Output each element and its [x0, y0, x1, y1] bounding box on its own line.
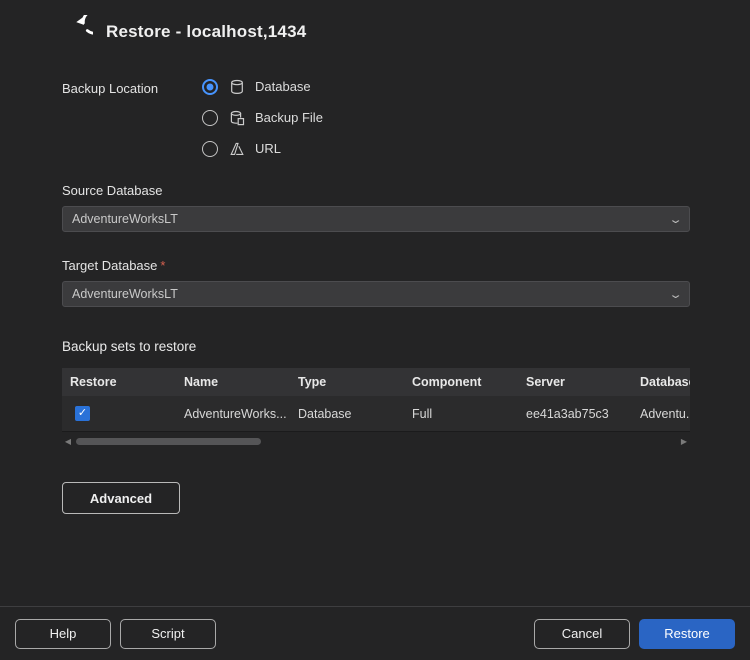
- column-header-name[interactable]: Name: [176, 375, 290, 389]
- dialog-content: Backup Location Database: [0, 56, 750, 606]
- column-header-component[interactable]: Component: [404, 375, 518, 389]
- source-database-field: Source Database AdventureWorksLT ⌄: [62, 183, 690, 232]
- backup-sets-table: Restore Name Type Component Server Datab…: [62, 368, 690, 448]
- restore-cell: ✓: [62, 406, 176, 421]
- backup-file-icon: [228, 109, 245, 126]
- radio-option-backup-file[interactable]: Backup File: [202, 109, 323, 126]
- script-button[interactable]: Script: [120, 619, 216, 649]
- database-icon: [228, 78, 245, 95]
- target-database-label-text: Target Database: [62, 258, 157, 273]
- backup-location-radio-group: Database Backup File: [202, 78, 323, 157]
- target-database-dropdown[interactable]: AdventureWorksLT ⌄: [62, 281, 690, 307]
- target-database-label: Target Database*: [62, 258, 690, 273]
- advanced-button[interactable]: Advanced: [62, 482, 180, 514]
- database-cell: Adventu...: [632, 407, 690, 421]
- url-icon: [228, 140, 245, 157]
- backup-location-label: Backup Location: [62, 78, 202, 157]
- name-cell: AdventureWorks...: [176, 407, 290, 421]
- radio-option-label: Database: [255, 79, 311, 94]
- table-header-row: Restore Name Type Component Server Datab…: [62, 368, 690, 396]
- dialog-title: Restore - localhost,1434: [106, 22, 306, 42]
- restore-checkbox[interactable]: ✓: [75, 406, 90, 421]
- dialog-footer: Help Script Cancel Restore: [0, 606, 750, 660]
- help-button[interactable]: Help: [15, 619, 111, 649]
- server-cell: ee41a3ab75c3: [518, 407, 632, 421]
- restore-button[interactable]: Restore: [639, 619, 735, 649]
- radio-option-label: URL: [255, 141, 281, 156]
- horizontal-scrollbar[interactable]: ◀ ▶: [62, 434, 690, 448]
- source-database-dropdown[interactable]: AdventureWorksLT ⌄: [62, 206, 690, 232]
- column-header-restore[interactable]: Restore: [62, 375, 176, 389]
- required-asterisk: *: [160, 258, 165, 273]
- scroll-left-arrow-icon[interactable]: ◀: [62, 437, 74, 446]
- component-cell: Full: [404, 407, 518, 421]
- column-header-server[interactable]: Server: [518, 375, 632, 389]
- backup-sets-label: Backup sets to restore: [62, 339, 690, 354]
- radio-button-icon[interactable]: [202, 110, 218, 126]
- column-header-database[interactable]: Database: [632, 375, 690, 389]
- restore-icon: [58, 14, 94, 50]
- cancel-button[interactable]: Cancel: [534, 619, 630, 649]
- type-cell: Database: [290, 407, 404, 421]
- scrollbar-track[interactable]: [74, 437, 678, 446]
- restore-dialog: Restore - localhost,1434 Backup Location…: [0, 0, 750, 660]
- radio-option-url[interactable]: URL: [202, 140, 323, 157]
- table-row[interactable]: ✓ AdventureWorks... Database Full ee41a3…: [62, 396, 690, 432]
- backup-location-section: Backup Location Database: [62, 78, 690, 157]
- target-database-field: Target Database* AdventureWorksLT ⌄: [62, 258, 690, 307]
- dropdown-selected-value: AdventureWorksLT: [72, 212, 178, 226]
- column-header-type[interactable]: Type: [290, 375, 404, 389]
- radio-button-icon[interactable]: [202, 141, 218, 157]
- chevron-down-icon: ⌄: [668, 288, 683, 301]
- chevron-down-icon: ⌄: [668, 213, 683, 226]
- dialog-header: Restore - localhost,1434: [0, 0, 750, 56]
- dropdown-selected-value: AdventureWorksLT: [72, 287, 178, 301]
- scrollbar-thumb[interactable]: [76, 438, 261, 445]
- radio-button-icon[interactable]: [202, 79, 218, 95]
- scroll-right-arrow-icon[interactable]: ▶: [678, 437, 690, 446]
- source-database-label: Source Database: [62, 183, 690, 198]
- radio-option-label: Backup File: [255, 110, 323, 125]
- radio-option-database[interactable]: Database: [202, 78, 323, 95]
